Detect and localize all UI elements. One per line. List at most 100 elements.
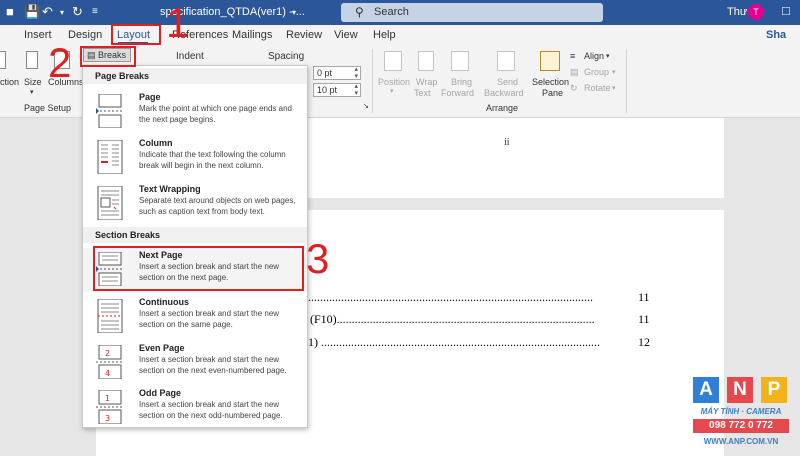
send-backward-label-1[interactable]: Send <box>497 77 518 87</box>
menu-item-description: Insert a section break and start the new… <box>139 400 283 420</box>
selection-pane-label-1[interactable]: Selection <box>532 77 569 87</box>
toc-line: (F10)...................................… <box>310 312 595 326</box>
toc-page-number: 11 <box>638 312 650 326</box>
tab-view[interactable]: View <box>334 29 358 41</box>
menu-item-continuous[interactable]: Continuous Insert a section break and st… <box>83 295 307 339</box>
group-button-label[interactable]: Group <box>584 67 609 77</box>
align-icon[interactable]: ≡ <box>570 51 575 61</box>
menu-item-column[interactable]: Column Indicate that the text following … <box>83 136 307 180</box>
menu-item-title: Continuous <box>139 297 189 307</box>
group-separator <box>626 49 627 113</box>
share-button[interactable]: Sha <box>766 29 786 41</box>
group-separator <box>372 49 373 113</box>
position-dropdown-icon[interactable]: ▾ <box>390 87 394 95</box>
menu-item-description: Insert a section break and start the new… <box>139 309 280 329</box>
send-backward-label-2[interactable]: Backward <box>484 88 524 98</box>
wrap-text-icon[interactable] <box>418 51 434 71</box>
spacing-before-value: 0 pt <box>317 68 333 78</box>
toc-line: ........................................… <box>308 290 593 304</box>
text-wrapping-icon <box>97 186 123 220</box>
tab-mailings[interactable]: Mailings <box>232 29 272 41</box>
save-icon[interactable]: 💾 <box>24 4 40 20</box>
autosave-icon[interactable]: ■ <box>6 4 14 19</box>
logo-letter: P <box>761 377 787 403</box>
search-box[interactable]: ⚲ Search <box>341 3 603 22</box>
spacing-after-value: 10 pt <box>317 85 338 95</box>
align-label[interactable]: Align <box>584 51 604 61</box>
undo-icon[interactable]: ↶ <box>42 4 53 20</box>
group-icon[interactable]: ▤ <box>570 67 579 78</box>
bring-forward-icon[interactable] <box>451 51 469 71</box>
orientation-label[interactable]: ction <box>0 77 19 87</box>
toc-line: 1) .....................................… <box>308 335 600 349</box>
rotate-label[interactable]: Rotate <box>584 83 611 93</box>
selection-pane-icon[interactable] <box>540 51 560 71</box>
title-dropdown-icon[interactable]: ▾ <box>292 8 296 17</box>
group-dropdown-icon[interactable]: ▾ <box>612 68 616 76</box>
restore-window-icon[interactable]: □ <box>782 3 790 18</box>
paragraph-launcher-icon[interactable]: ↘ <box>363 102 369 110</box>
rotate-dropdown-icon[interactable]: ▾ <box>612 84 616 92</box>
page-break-icon <box>96 94 124 128</box>
wrap-text-label-2[interactable]: Text <box>414 88 431 98</box>
next-page-highlight <box>93 246 304 291</box>
spacing-before-input[interactable]: 0 pt ▴ ▾ <box>313 66 361 80</box>
continuous-break-icon <box>97 299 123 333</box>
step-number-2: 2 <box>48 39 72 86</box>
menu-item-page[interactable]: Page Mark the point at which one page en… <box>83 90 307 134</box>
avatar[interactable]: T <box>748 4 764 20</box>
logo-website: WWW.ANP.COM.VN <box>703 437 779 446</box>
step-number-3: 3 <box>306 235 330 282</box>
spacing-after-input[interactable]: 10 pt ▴ ▾ <box>313 83 361 97</box>
logo-phone: 098 772 0 772 <box>693 419 789 433</box>
search-icon: ⚲ <box>355 5 364 19</box>
logo-tagline: MÁY TÍNH · CAMERA <box>700 407 782 416</box>
undo-dropdown-icon[interactable]: ▾ <box>60 8 64 17</box>
size-icon[interactable] <box>26 51 38 69</box>
menu-item-title: Even Page <box>139 343 185 353</box>
menu-item-description: Separate text around objects on web page… <box>139 196 296 216</box>
section-breaks-header: Section Breaks <box>95 230 161 240</box>
layout-tab-highlight <box>111 24 161 45</box>
position-label[interactable]: Position <box>378 77 410 87</box>
position-icon[interactable] <box>384 51 402 71</box>
menu-item-description: Insert a section break and start the new… <box>139 355 287 375</box>
orientation-icon[interactable] <box>0 51 6 69</box>
align-dropdown-icon[interactable]: ▾ <box>606 52 610 60</box>
tab-design[interactable]: Design <box>68 29 102 41</box>
menu-item-title: Text Wrapping <box>139 184 201 194</box>
svg-text:1: 1 <box>105 394 110 403</box>
logo-letter: A <box>693 377 719 403</box>
spin-arrows-icon[interactable]: ▴ ▾ <box>354 83 358 97</box>
menu-item-title: Page <box>139 92 161 102</box>
menu-item-odd-page[interactable]: 1 3 Odd Page Insert a section break and … <box>83 386 307 430</box>
bring-forward-label-2[interactable]: Forward <box>441 88 474 98</box>
menu-item-title: Column <box>139 138 173 148</box>
tab-help[interactable]: Help <box>373 29 396 41</box>
menu-item-even-page[interactable]: 2 4 Even Page Insert a section break and… <box>83 341 307 385</box>
wrap-text-label-1[interactable]: Wrap <box>416 77 437 87</box>
spin-arrows-icon[interactable]: ▴ ▾ <box>354 66 358 80</box>
logo-letter: N <box>727 377 753 403</box>
selection-pane-label-2[interactable]: Pane <box>542 88 563 98</box>
page-setup-group-label: Page Setup <box>24 103 72 113</box>
spacing-label: Spacing <box>268 51 305 62</box>
menu-item-text-wrapping[interactable]: Text Wrapping Separate text around objec… <box>83 182 307 226</box>
bring-forward-label-1[interactable]: Bring <box>451 77 472 87</box>
odd-page-break-icon: 1 3 <box>96 390 124 424</box>
menu-item-title: Odd Page <box>139 388 182 398</box>
send-backward-icon[interactable] <box>497 51 515 71</box>
even-page-break-icon: 2 4 <box>96 345 124 379</box>
size-dropdown-icon[interactable]: ▾ <box>30 88 34 96</box>
user-name: Thư <box>727 6 748 18</box>
customize-toolbar-icon[interactable]: ≡ <box>92 6 98 17</box>
breaks-button-highlight <box>80 46 136 67</box>
rotate-icon[interactable]: ↻ <box>570 83 578 94</box>
tab-review[interactable]: Review <box>286 29 322 41</box>
step-number-1: 1 <box>166 0 190 46</box>
redo-icon[interactable]: ↻ <box>72 4 83 20</box>
title-bar: ■ 💾 ↶ ▾ ↻ ≡ specification_QTDA(ver1) - .… <box>0 0 800 25</box>
indent-label: Indent <box>176 51 204 62</box>
svg-text:3: 3 <box>105 414 110 423</box>
size-label[interactable]: Size <box>24 77 42 87</box>
